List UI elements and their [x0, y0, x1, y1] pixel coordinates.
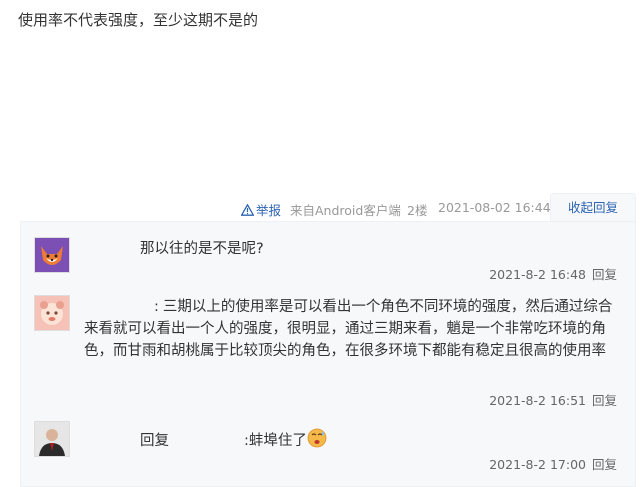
reply-meta: 2021-8-2 17:00 回复	[489, 454, 617, 473]
post-timestamp: 2021-08-02 16:44	[438, 200, 551, 215]
reply-time: 2021-8-2 16:51	[489, 393, 586, 408]
report-link[interactable]: 举报	[240, 200, 282, 219]
reply-word: 回复	[140, 433, 169, 449]
client-source[interactable]: 来自Android客户端	[290, 200, 401, 219]
warning-icon	[240, 203, 255, 218]
reply-list: 那以往的是不是呢? 2021-8-2 16:48 回复 : 三期以上的使用率是可以看…	[20, 221, 636, 487]
post-tail-bar: 举报 来自Android客户端 2楼 2021-08-02 16:44 收起回复	[0, 193, 640, 221]
reply-meta: 2021-8-2 16:51 回复	[489, 390, 617, 409]
sweat-face-emoji-icon	[307, 428, 327, 455]
reply-button[interactable]: 回复	[592, 457, 617, 472]
reply-content: : 三期以上的使用率是可以看出一个角色不同环境的强度，然后通过综合来看就可以看出一…	[84, 296, 619, 362]
collapse-replies-button[interactable]: 收起回复	[550, 193, 636, 221]
reply-time: 2021-8-2 17:00	[489, 457, 586, 472]
avatar[interactable]	[34, 237, 70, 273]
reply-meta: 2021-8-2 16:48 回复	[489, 264, 617, 283]
reply-text: 蚌埠住了	[248, 433, 307, 449]
reply-time: 2021-8-2 16:48	[489, 267, 586, 282]
reply-button[interactable]: 回复	[592, 393, 617, 408]
avatar[interactable]	[34, 421, 70, 457]
reply-text: 那以往的是不是呢?	[140, 241, 264, 257]
reply-text: 三期以上的使用率是可以看出一个角色不同环境的强度，然后通过综合来看就可以看出一个…	[84, 299, 613, 359]
reply-content: 那以往的是不是呢?	[84, 238, 619, 260]
avatar[interactable]	[34, 295, 70, 331]
floor-number: 2楼	[407, 203, 428, 218]
reply-separator: :	[154, 299, 159, 315]
reply-button[interactable]: 回复	[592, 267, 617, 282]
post-text: 使用率不代表强度，至少这期不是的	[18, 11, 259, 29]
reply-content: 回复:蚌埠住了	[84, 428, 619, 455]
report-label: 举报	[256, 203, 282, 218]
